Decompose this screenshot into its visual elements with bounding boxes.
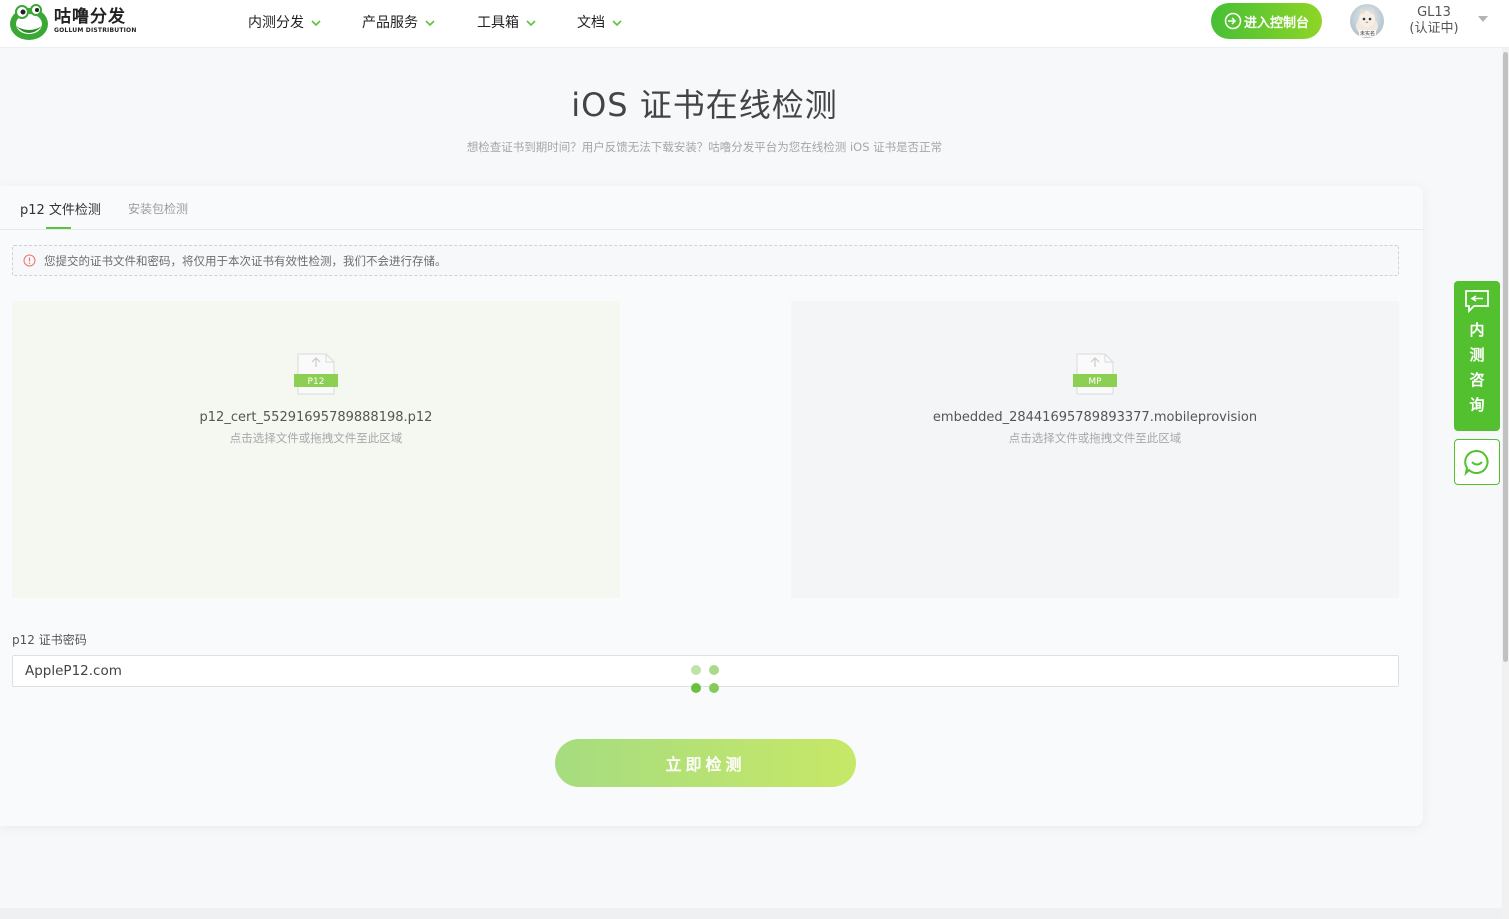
logo-icon [10,4,48,40]
p12-file-icon: P12 [294,353,338,395]
scrollbar-thumb[interactable] [1503,52,1508,662]
beta-consult-label: 内测咨询 [1469,321,1485,414]
chevron-down-icon [425,20,435,26]
tab-package-detection[interactable]: 安装包检测 [128,200,188,217]
detection-card: p12 文件检测 安装包检测 您提交的证书文件和密码，将仅用于本次证书有效性检测… [0,186,1423,826]
caret-down-icon[interactable] [1478,16,1488,23]
user-name: GL13 [1417,5,1451,20]
nav-item-docs[interactable]: 文档 [577,12,622,32]
top-header: 咕噜分发 GOLLUM DISTRIBUTION 内测分发 产品服务 工具箱 文… [0,0,1509,48]
privacy-notice-text: 您提交的证书文件和密码，将仅用于本次证书有效性检测，我们不会进行存储。 [44,253,447,268]
mp-file-name: embedded_28441695789893377.mobileprovisi… [932,410,1258,425]
p12-upload-area[interactable]: P12 p12_cert_55291695789888198.p12 点击选择文… [12,301,620,598]
chat-widget[interactable] [1454,439,1500,485]
p12-upload-hint: 点击选择文件或拖拽文件至此区域 [229,431,403,445]
user-status: (认证中) [1409,21,1459,36]
enter-console-button[interactable]: 进入控制台 [1211,3,1322,39]
nav-item-label: 文档 [577,15,605,31]
brand-name-en: GOLLUM DISTRIBUTION [54,27,137,34]
mp-file-icon: MP [1073,353,1117,395]
nav-item-toolbox[interactable]: 工具箱 [477,12,536,32]
verification-tag: 未实名 [1359,30,1377,37]
password-label: p12 证书密码 [12,633,87,647]
tab-p12-detection[interactable]: p12 文件检测 [20,199,101,218]
active-tab-indicator [46,227,71,229]
nav-item-label: 工具箱 [477,15,519,31]
enter-console-label: 进入控制台 [1243,15,1309,31]
page-footer-band [0,908,1502,919]
p12-badge: P12 [308,377,325,387]
nav-item-products[interactable]: 产品服务 [362,12,435,32]
info-circle-icon [23,254,36,267]
page-subtitle: 想检查证书到期时间？用户反馈无法下载安装？咕噜分发平台为您在线检测 iOS 证书… [466,140,943,154]
p12-file-name: p12_cert_55291695789888198.p12 [199,410,433,425]
page-title: iOS 证书在线检测 [571,86,838,124]
message-icon [1465,290,1489,313]
loading-spinner-icon [691,665,721,695]
nav-item-label: 内测分发 [248,15,304,31]
chevron-down-icon [311,20,321,26]
nav-item-label: 产品服务 [362,15,418,31]
nav-item-beta-distribution[interactable]: 内测分发 [248,12,321,32]
brand-logo[interactable]: 咕噜分发 GOLLUM DISTRIBUTION [8,0,137,42]
chat-bubble-icon [1464,449,1489,476]
detect-now-button[interactable]: 立即检测 [555,739,856,787]
mp-badge: MP [1088,377,1102,387]
brand-name: 咕噜分发 [54,7,126,27]
chevron-down-icon [612,20,622,26]
user-info[interactable]: GL13 (认证中) [1404,5,1464,37]
privacy-notice: 您提交的证书文件和密码，将仅用于本次证书有效性检测，我们不会进行存储。 [12,245,1399,276]
mp-upload-hint: 点击选择文件或拖拽文件至此区域 [1008,431,1182,445]
tab-bar: p12 文件检测 安装包检测 [0,186,1423,230]
beta-consult-widget[interactable]: 内测咨询 [1454,281,1500,431]
login-arrow-icon [1224,12,1242,30]
mobileprovision-upload-area[interactable]: MP embedded_28441695789893377.mobileprov… [791,301,1399,598]
chevron-down-icon [526,20,536,26]
